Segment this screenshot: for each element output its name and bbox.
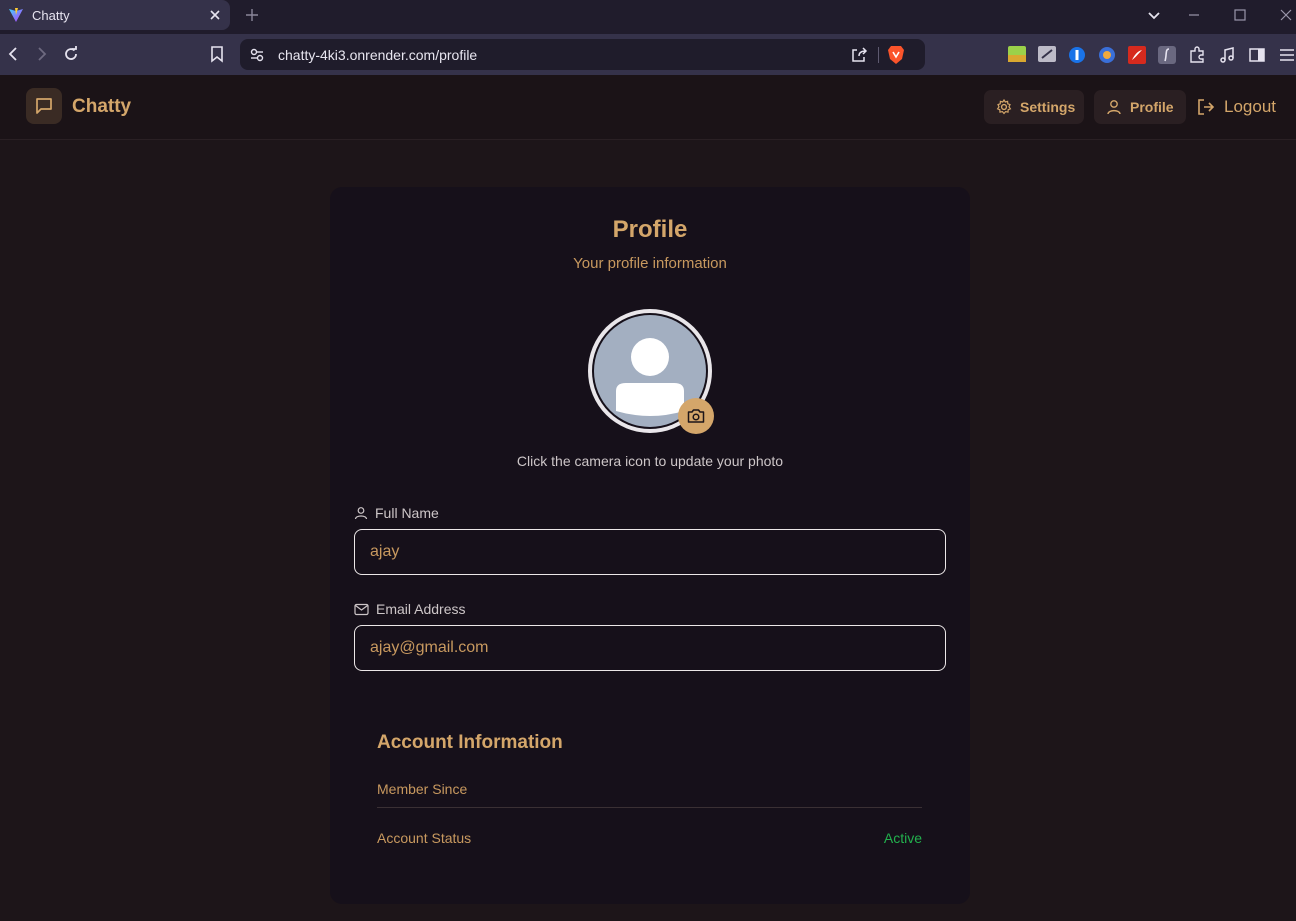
address-bar[interactable]: chatty-4ki3.onrender.com/profile [240,39,925,70]
extension-gray-icon[interactable] [1038,46,1056,62]
back-icon[interactable] [4,45,22,63]
avatar-hint: Click the camera icon to update your pho… [516,453,784,469]
account-status-label: Account Status [377,830,472,846]
extension-badge-icon[interactable] [1098,46,1116,64]
extensions-puzzle-icon[interactable] [1188,46,1206,64]
password-manager-icon[interactable] [1068,46,1086,64]
full-name-label: Full Name [354,505,439,521]
email-label: Email Address [354,601,465,617]
forward-icon[interactable] [33,45,51,63]
full-name-field[interactable]: ajay [354,529,946,575]
browser-tabbar: Chatty [0,0,1296,34]
site-settings-icon[interactable] [249,47,265,63]
chat-bubble-icon [34,96,54,116]
logout-label: Logout [1224,97,1276,116]
brave-shields-icon[interactable] [887,45,905,65]
camera-icon [687,408,705,424]
logout-button[interactable]: Logout [1192,90,1288,124]
bookmark-icon[interactable] [208,45,226,63]
minimize-icon[interactable] [1186,7,1202,23]
tab-title: Chatty [32,8,70,23]
account-info-title: Account Information [377,732,563,753]
full-name-label-text: Full Name [375,505,439,521]
new-tab-icon[interactable] [244,7,260,23]
settings-label: Settings [1020,99,1076,115]
email-value: ajay@gmail.com [370,639,489,656]
status-badge: Active [883,830,922,846]
tab-search-chevron-icon[interactable] [1146,7,1162,23]
change-photo-button[interactable] [678,398,714,434]
app-logo[interactable] [26,88,62,124]
profile-card: Profile Your profile information Click t… [330,187,970,904]
sidebar-toggle-icon[interactable] [1248,46,1266,64]
extension-image-icon[interactable] [1008,46,1026,62]
email-label-text: Email Address [376,601,466,617]
logout-icon [1196,97,1216,117]
settings-button[interactable]: Settings [984,90,1084,124]
full-name-value: ajay [370,543,400,560]
share-icon[interactable] [850,46,868,64]
browser-tab[interactable]: Chatty [0,0,230,30]
media-music-icon[interactable] [1218,46,1236,64]
email-field[interactable]: ajay@gmail.com [354,625,946,671]
browser-toolbar: chatty-4ki3.onrender.com/profile [0,34,1296,76]
close-tab-icon[interactable] [208,8,222,22]
app-header: Chatty Settings Profile Logout [0,75,1296,140]
account-status-row: Account Status Active [377,830,922,846]
pdf-icon[interactable] [1128,46,1146,64]
page-subtitle: Your profile information [573,255,727,272]
mail-icon [354,603,369,616]
page-title: Profile [612,216,688,243]
user-icon [354,506,368,520]
maximize-icon[interactable] [1232,7,1248,23]
reload-icon[interactable] [62,45,80,63]
urlbar-divider [878,47,879,63]
app-name[interactable]: Chatty [72,96,131,118]
member-since-label: Member Since [377,781,468,797]
window-close-icon[interactable] [1278,7,1294,23]
browser-menu-icon[interactable] [1278,46,1296,64]
gear-icon [996,99,1012,115]
profile-label: Profile [1130,99,1174,115]
user-icon [1106,99,1122,115]
member-since-row: Member Since [377,781,922,797]
vite-favicon-icon [8,7,24,23]
extension-script-icon[interactable] [1158,46,1176,64]
profile-button[interactable]: Profile [1094,90,1186,124]
divider [377,807,922,808]
url-text: chatty-4ki3.onrender.com/profile [278,47,478,63]
